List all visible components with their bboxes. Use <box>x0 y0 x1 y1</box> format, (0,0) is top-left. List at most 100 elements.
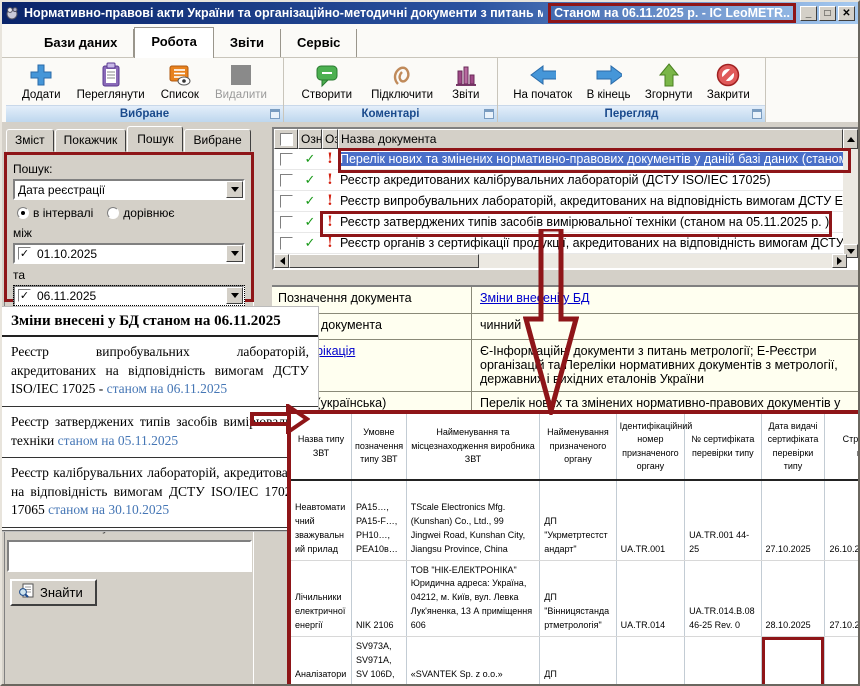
document-row[interactable]: ✓!Перелік нових та змінених нормативно-п… <box>274 149 858 170</box>
detail-row: Статус документачинний <box>272 314 860 340</box>
ribbon-toolbar: Додати Переглянути Список Видалити Вибране Ст… <box>2 58 858 122</box>
registry-header-row: Назва типу ЗВТУмовне позначення типу ЗВТ… <box>291 414 860 480</box>
toolbar-button-Додати[interactable]: Додати <box>17 60 66 102</box>
registry-row[interactable]: Лічильники електричної енергіїNIK 2106ТО… <box>291 560 860 637</box>
column-header-mark1[interactable]: Озн <box>298 129 322 149</box>
select-all-checkbox[interactable] <box>280 133 293 146</box>
document-row[interactable]: ✓!Реєстр органів з сертифікації продукці… <box>274 233 858 254</box>
toolbar-button-Звіти[interactable]: Звіти <box>447 60 484 102</box>
popup-entry-date: станом на 05.11.2025 <box>58 433 179 448</box>
chevron-down-icon[interactable] <box>226 181 243 198</box>
toolbar-button-На початок[interactable]: На початок <box>508 60 577 102</box>
date-from-select[interactable]: ✓ 01.10.2025 <box>13 243 245 264</box>
radio-dot-icon <box>107 207 119 219</box>
radio-equals[interactable]: дорівнює <box>107 206 174 220</box>
arrow-left-icon <box>529 61 556 88</box>
minimize-button[interactable]: _ <box>800 6 817 21</box>
registry-row[interactable]: Неавтоматичний зважувальний приладPA15…,… <box>291 480 860 560</box>
arrow-up-icon <box>655 61 682 88</box>
scroll-left-button[interactable] <box>274 254 289 268</box>
toolbar-group-Перегляд: На початок В кінець Згорнути Закрити Перегля… <box>498 58 766 122</box>
registry-cell: SV973A, SV971A, SV 106D, SVAN 958A <box>351 637 406 686</box>
registry-cell: ДП "Укрметртестстандарт" <box>540 637 616 686</box>
toolbar-button-Згорнути[interactable]: Згорнути <box>640 60 697 102</box>
toolbar-button-label: Список <box>161 89 199 101</box>
menu-tab-Сервіс[interactable]: Сервіс <box>281 29 357 57</box>
row-checkbox[interactable] <box>280 195 293 208</box>
registry-cell-highlighted: 06.11.2025 <box>761 637 825 686</box>
column-header-mark2[interactable]: Озн <box>322 129 338 149</box>
registry-table-panel: Назва типу ЗВТУмовне позначення типу ЗВТ… <box>287 410 860 686</box>
scroll-right-button[interactable] <box>832 254 847 268</box>
toolbar-group-caption: Перегляд <box>498 105 765 122</box>
close-button[interactable]: ✕ <box>838 6 855 21</box>
row-checkbox[interactable] <box>280 237 293 250</box>
maximize-button[interactable]: □ <box>819 6 836 21</box>
registry-column-header: № сертифіката перевірки типу <box>685 414 761 480</box>
group-expand-icon[interactable] <box>752 109 762 119</box>
horizontal-scrollbar[interactable] <box>274 254 847 268</box>
exclamation-icon: ! <box>322 193 338 209</box>
scrollbar-thumb[interactable] <box>289 254 479 268</box>
toolbar-button-Переглянути[interactable]: Переглянути <box>72 60 150 102</box>
date-from-value: 01.10.2025 <box>34 245 226 262</box>
registry-cell: UA.TR.001 44-25 <box>685 480 761 560</box>
chevron-down-icon[interactable] <box>226 245 243 262</box>
exclamation-icon: ! <box>322 151 338 167</box>
row-checkbox[interactable] <box>280 216 293 229</box>
row-checkbox[interactable] <box>280 174 293 187</box>
group-expand-icon[interactable] <box>270 109 280 119</box>
document-name: Реєстр випробувальних лабораторій, акред… <box>338 194 858 208</box>
toolbar-button-В кінець[interactable]: В кінець <box>582 60 636 102</box>
select-all-header[interactable] <box>274 129 298 149</box>
registry-cell: 27.10.2025 <box>761 480 825 560</box>
radio-equals-label: дорівнює <box>123 206 174 220</box>
toolbar-button-Створити[interactable]: Створити <box>297 60 357 102</box>
registry-column-header: Умовне позначення типу ЗВТ <box>351 414 406 480</box>
tab-Зміст[interactable]: Зміст <box>6 129 54 152</box>
date-to-select[interactable]: ✓ 06.11.2025 <box>13 285 245 306</box>
document-row[interactable]: ✓!Реєстр випробувальних лабораторій, акр… <box>274 191 858 212</box>
toolbar-group-caption-label: Перегляд <box>605 108 659 120</box>
document-row[interactable]: ✓!Реєстр затверджених типів засобів вимі… <box>274 212 858 233</box>
toolbar-button-Підключити[interactable]: Підключити <box>366 60 438 102</box>
toolbar-button-Список[interactable]: Список <box>156 60 204 102</box>
date-from-checkbox[interactable]: ✓ <box>18 247 31 260</box>
registry-cell: Неавтоматичний зважувальний прилад <box>291 480 351 560</box>
search-field-select[interactable]: Дата реєстрації <box>13 179 245 200</box>
radio-dot-icon <box>17 207 29 219</box>
column-header-name[interactable]: Назва документа <box>338 129 843 149</box>
global-search-input[interactable] <box>7 540 252 572</box>
detail-value-link[interactable]: Зміни внесені у БД <box>480 291 590 305</box>
toolbar-group-caption: Вибране <box>6 105 283 122</box>
menu-tab-Бази даних[interactable]: Бази даних <box>28 29 134 57</box>
toolbar-button-label: Видалити <box>215 89 267 101</box>
registry-column-header: Найменування призначеного органу <box>540 414 616 480</box>
registry-cell: ДП "Вінницястандартметрологія" <box>540 560 616 637</box>
tab-Покажчик[interactable]: Покажчик <box>55 129 127 152</box>
document-row[interactable]: ✓!Реєстр акредитованих калібрувальних ла… <box>274 170 858 191</box>
toolbar-button-Закрити[interactable]: Закрити <box>702 60 755 102</box>
registry-row[interactable]: Аналізатори рівнів звуку та вібраціїSV97… <box>291 637 860 686</box>
registry-cell: 26.10.2035 <box>825 480 860 560</box>
tab-Пошук[interactable]: Пошук <box>127 126 183 152</box>
toolbar-group-Вибране: Додати Переглянути Список Видалити Вибране <box>6 58 284 122</box>
toolbar-button-label: На початок <box>513 89 572 101</box>
date-to-checkbox[interactable]: ✓ <box>18 289 31 302</box>
tab-Вибране[interactable]: Вибране <box>184 129 250 152</box>
menu-tab-Звіти[interactable]: Звіти <box>214 29 281 57</box>
check-icon: ✓ <box>298 193 322 209</box>
group-expand-icon[interactable] <box>484 109 494 119</box>
toolbar-button-label: Згорнути <box>645 89 692 101</box>
find-button[interactable]: Знайти <box>10 579 97 606</box>
scroll-up-button[interactable] <box>843 129 858 149</box>
radio-interval[interactable]: в інтервалі <box>17 206 93 220</box>
chevron-down-icon[interactable] <box>226 287 243 304</box>
exclamation-icon: ! <box>322 214 338 230</box>
registry-cell: UA.TR.014 <box>616 560 684 637</box>
row-checkbox[interactable] <box>280 153 293 166</box>
menu-tab-Робота[interactable]: Робота <box>134 27 214 58</box>
title-bar: Нормативно-правові акти України та орган… <box>2 2 858 24</box>
vertical-scrollbar[interactable] <box>843 149 858 258</box>
toolbar-button-label: Додати <box>22 89 61 101</box>
